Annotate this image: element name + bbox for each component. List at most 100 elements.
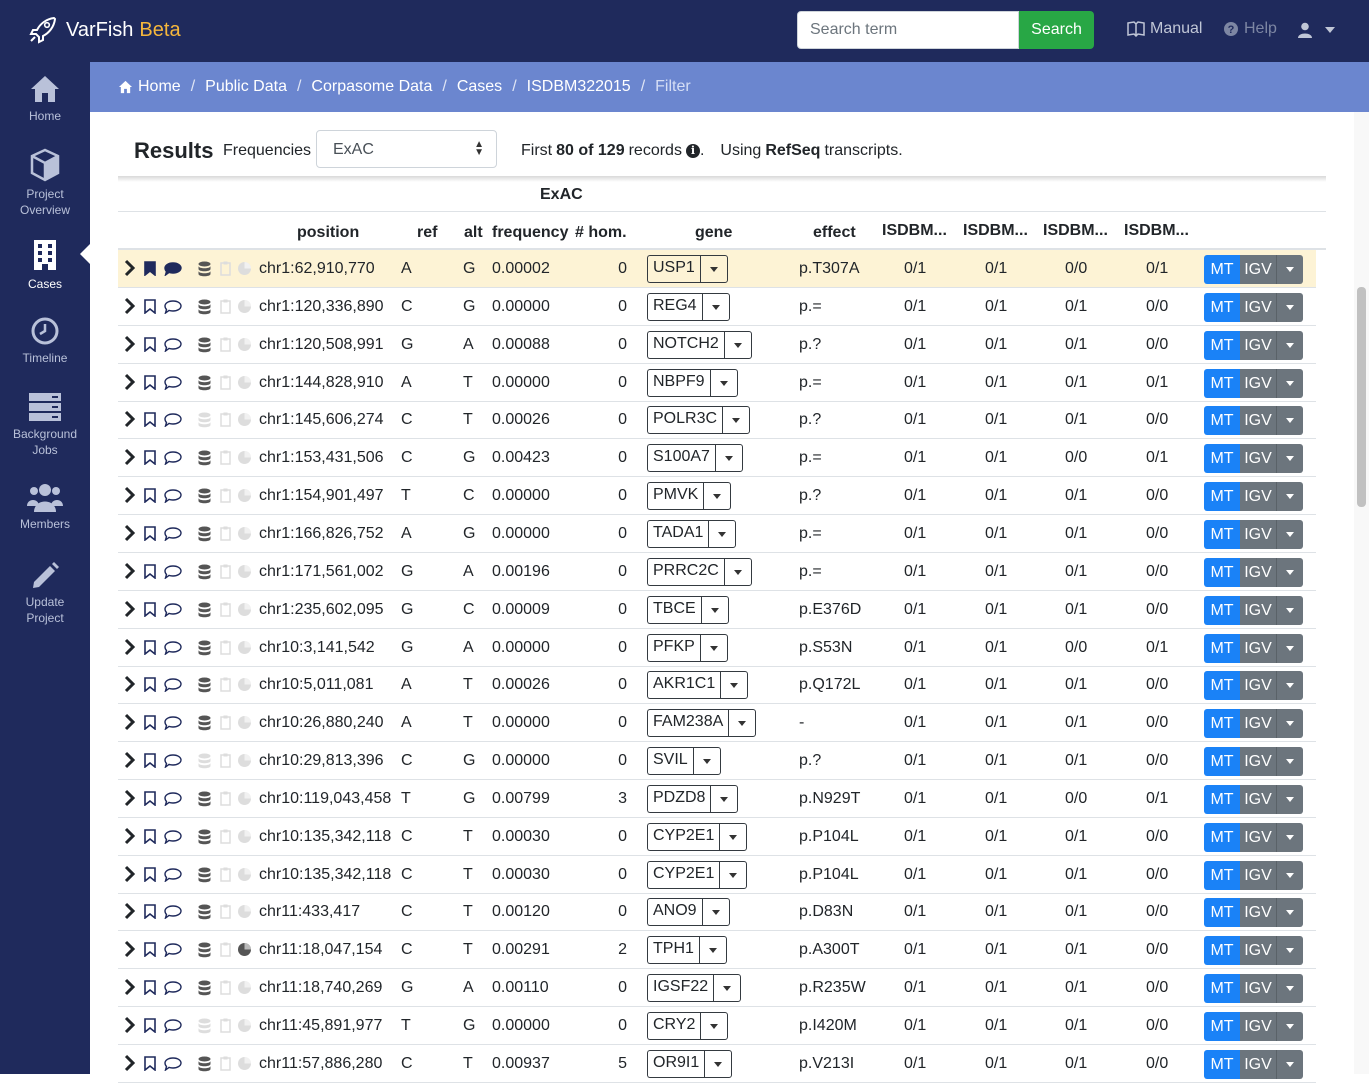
clipboard-icon[interactable]	[220, 867, 231, 887]
position-link[interactable]: chr1:171,561,002	[259, 563, 384, 581]
comment-icon[interactable]	[164, 262, 182, 281]
gene-dropdown-toggle[interactable]	[719, 861, 748, 889]
pie-chart-icon[interactable]	[237, 450, 252, 470]
bookmark-icon[interactable]	[144, 867, 156, 887]
mutationtaster-button[interactable]: MT	[1204, 974, 1240, 1003]
pie-chart-icon[interactable]	[237, 602, 252, 622]
actions-dropdown-toggle[interactable]	[1276, 898, 1303, 927]
position-link[interactable]: chr10:5,011,081	[259, 676, 373, 694]
breadcrumb-home[interactable]: Home	[138, 78, 181, 96]
actions-dropdown-toggle[interactable]	[1276, 255, 1303, 284]
igv-button[interactable]: IGV	[1240, 747, 1276, 776]
gene-dropdown-toggle[interactable]	[699, 634, 728, 662]
column-genotype-4[interactable]: ISDBM...	[1124, 222, 1189, 240]
igv-button[interactable]: IGV	[1240, 293, 1276, 322]
gene-dropdown-toggle[interactable]	[692, 747, 721, 775]
column-frequency[interactable]: frequency	[492, 224, 568, 242]
pie-chart-icon[interactable]	[237, 564, 252, 584]
bookmark-icon[interactable]	[144, 526, 156, 546]
comment-icon[interactable]	[164, 300, 182, 319]
expand-chevron-icon[interactable]	[123, 600, 136, 623]
expand-chevron-icon[interactable]	[123, 562, 136, 585]
igv-button[interactable]: IGV	[1240, 861, 1276, 890]
comment-icon[interactable]	[164, 603, 182, 622]
expand-chevron-icon[interactable]	[123, 373, 136, 396]
gene-button[interactable]: POLR3C	[647, 406, 723, 434]
comment-icon[interactable]	[164, 981, 182, 1000]
actions-dropdown-toggle[interactable]	[1276, 747, 1303, 776]
mutationtaster-button[interactable]: MT	[1204, 369, 1240, 398]
pie-chart-icon[interactable]	[237, 677, 252, 697]
pie-chart-icon[interactable]	[237, 526, 252, 546]
igv-button[interactable]: IGV	[1240, 406, 1276, 435]
sidebar-item-background-jobs[interactable]: Background Jobs	[0, 392, 90, 458]
mutationtaster-button[interactable]: MT	[1204, 255, 1240, 284]
igv-button[interactable]: IGV	[1240, 444, 1276, 473]
bookmark-icon[interactable]	[144, 942, 156, 962]
mutationtaster-button[interactable]: MT	[1204, 406, 1240, 435]
mutationtaster-button[interactable]: MT	[1204, 596, 1240, 625]
clipboard-icon[interactable]	[220, 564, 231, 584]
mutationtaster-button[interactable]: MT	[1204, 293, 1240, 322]
gene-button[interactable]: PMVK	[647, 482, 704, 510]
database-icon[interactable]	[198, 261, 211, 282]
pie-chart-icon[interactable]	[237, 488, 252, 508]
search-input[interactable]	[797, 11, 1019, 49]
bookmark-icon[interactable]	[144, 261, 156, 281]
clipboard-icon[interactable]	[220, 602, 231, 622]
position-link[interactable]: chr1:235,602,095	[259, 601, 384, 619]
clipboard-icon[interactable]	[220, 1056, 231, 1076]
mutationtaster-button[interactable]: MT	[1204, 747, 1240, 776]
pie-chart-icon[interactable]	[237, 261, 252, 281]
database-icon[interactable]	[198, 904, 211, 925]
actions-dropdown-toggle[interactable]	[1276, 293, 1303, 322]
igv-button[interactable]: IGV	[1240, 974, 1276, 1003]
database-icon[interactable]	[198, 299, 211, 320]
database-icon[interactable]	[198, 564, 211, 585]
bookmark-icon[interactable]	[144, 1056, 156, 1076]
gene-dropdown-toggle[interactable]	[728, 709, 757, 737]
comment-icon[interactable]	[164, 376, 182, 395]
comment-icon[interactable]	[164, 565, 182, 584]
clipboard-icon[interactable]	[220, 904, 231, 924]
mutationtaster-button[interactable]: MT	[1204, 482, 1240, 511]
gene-dropdown-toggle[interactable]	[719, 823, 748, 851]
gene-button[interactable]: TADA1	[647, 520, 709, 548]
gene-button[interactable]: TBCE	[647, 596, 701, 624]
clipboard-icon[interactable]	[220, 640, 231, 660]
sidebar-item-timeline[interactable]: Timeline	[0, 316, 90, 366]
igv-button[interactable]: IGV	[1240, 785, 1276, 814]
column-effect[interactable]: effect	[813, 224, 856, 242]
position-link[interactable]: chr1:120,508,991	[259, 336, 384, 354]
pie-chart-icon[interactable]	[237, 1018, 252, 1038]
gene-dropdown-toggle[interactable]	[701, 898, 730, 926]
clipboard-icon[interactable]	[220, 677, 231, 697]
database-icon[interactable]	[198, 412, 211, 433]
pie-chart-icon[interactable]	[237, 412, 252, 432]
position-link[interactable]: chr1:145,606,274	[259, 411, 384, 429]
comment-icon[interactable]	[164, 754, 182, 773]
gene-dropdown-toggle[interactable]	[720, 671, 749, 699]
position-link[interactable]: chr10:135,342,118	[259, 828, 391, 846]
comment-icon[interactable]	[164, 338, 182, 357]
mutationtaster-button[interactable]: MT	[1204, 671, 1240, 700]
bookmark-icon[interactable]	[144, 753, 156, 773]
expand-chevron-icon[interactable]	[123, 713, 136, 736]
sidebar-item-members[interactable]: Members	[0, 482, 90, 532]
pie-chart-icon[interactable]	[237, 337, 252, 357]
pie-chart-icon[interactable]	[237, 1056, 252, 1076]
position-link[interactable]: chr1:62,910,770	[259, 260, 375, 278]
igv-button[interactable]: IGV	[1240, 1012, 1276, 1041]
gene-button[interactable]: PFKP	[647, 634, 700, 662]
expand-chevron-icon[interactable]	[123, 789, 136, 812]
database-icon[interactable]	[198, 829, 211, 850]
mutationtaster-button[interactable]: MT	[1204, 936, 1240, 965]
database-icon[interactable]	[198, 640, 211, 661]
database-icon[interactable]	[198, 450, 211, 471]
comment-icon[interactable]	[164, 678, 182, 697]
mutationtaster-button[interactable]: MT	[1204, 520, 1240, 549]
mutationtaster-button[interactable]: MT	[1204, 1050, 1240, 1079]
gene-button[interactable]: FAM238A	[647, 709, 729, 737]
comment-icon[interactable]	[164, 716, 182, 735]
database-icon[interactable]	[198, 1018, 211, 1039]
